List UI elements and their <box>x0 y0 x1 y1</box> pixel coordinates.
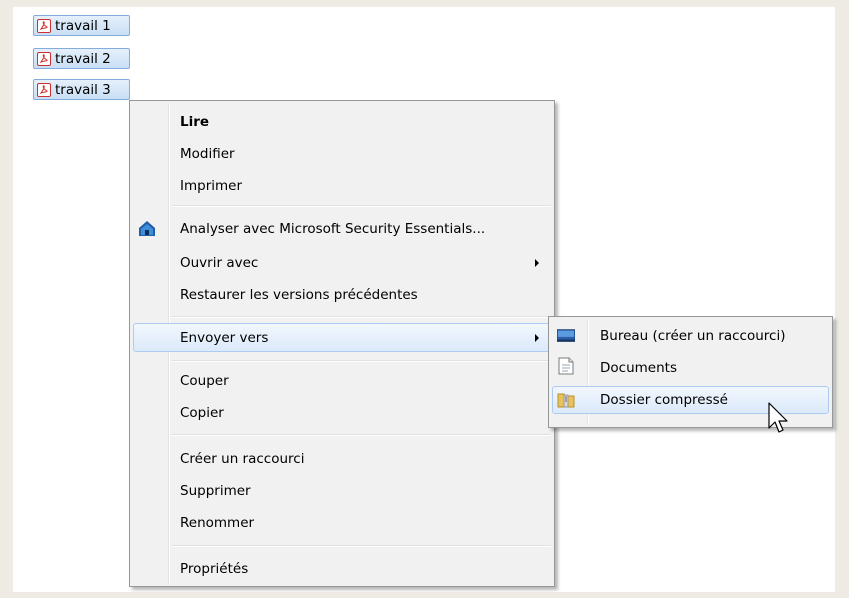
submenu-item-bureau[interactable]: Bureau (créer un raccourci) <box>552 323 829 349</box>
menu-item-label: Lire <box>180 114 210 130</box>
menu-separator <box>172 434 551 436</box>
file-label: travail 2 <box>55 50 111 67</box>
menu-item-label: Supprimer <box>180 483 251 499</box>
file-label: travail 3 <box>55 81 111 98</box>
context-menu: Lire Modifier Imprimer Analyser avec Mic… <box>129 100 555 587</box>
file-item-travail-1[interactable]: travail 1 <box>33 15 130 36</box>
menu-item-label: Renommer <box>180 515 255 531</box>
menu-item-analyser[interactable]: Analyser avec Microsoft Security Essenti… <box>133 216 551 242</box>
submenu-arrow-icon <box>535 259 539 267</box>
send-to-submenu: Bureau (créer un raccourci) Documents Do… <box>548 316 833 428</box>
submenu-item-label: Documents <box>600 360 677 376</box>
menu-item-creer-raccourci[interactable]: Créer un raccourci <box>133 446 551 472</box>
submenu-item-label: Bureau (créer un raccourci) <box>600 328 786 344</box>
file-item-travail-2[interactable]: travail 2 <box>33 48 130 69</box>
submenu-arrow-icon <box>535 334 539 342</box>
security-essentials-icon <box>138 219 156 237</box>
menu-item-envoyer-vers[interactable]: Envoyer vers <box>133 323 551 352</box>
mouse-pointer-icon <box>768 402 788 433</box>
menu-item-supprimer[interactable]: Supprimer <box>133 478 551 504</box>
zip-folder-icon <box>557 391 575 409</box>
menu-item-label: Propriétés <box>180 561 249 577</box>
submenu-item-documents[interactable]: Documents <box>552 355 829 381</box>
menu-item-restaurer[interactable]: Restaurer les versions précédentes <box>133 282 551 308</box>
menu-item-label: Envoyer vers <box>180 329 269 346</box>
menu-item-imprimer[interactable]: Imprimer <box>133 173 551 199</box>
menu-separator <box>172 360 551 362</box>
document-icon <box>557 357 575 375</box>
menu-item-label: Ouvrir avec <box>180 255 259 271</box>
menu-item-label: Restaurer les versions précédentes <box>180 287 418 303</box>
menu-item-label: Créer un raccourci <box>180 451 305 467</box>
menu-item-label: Copier <box>180 405 224 421</box>
pdf-file-icon <box>37 18 51 33</box>
menu-separator <box>172 205 551 207</box>
file-item-travail-3[interactable]: travail 3 <box>33 79 130 100</box>
menu-item-proprietes[interactable]: Propriétés <box>133 556 551 582</box>
pdf-file-icon <box>37 51 51 66</box>
menu-separator <box>172 316 551 318</box>
menu-item-label: Analyser avec Microsoft Security Essenti… <box>180 221 486 237</box>
menu-separator <box>172 545 551 547</box>
pdf-file-icon <box>37 82 51 97</box>
submenu-item-label: Dossier compressé <box>600 392 728 408</box>
menu-item-modifier[interactable]: Modifier <box>133 141 551 167</box>
menu-item-ouvrir-avec[interactable]: Ouvrir avec <box>133 250 551 276</box>
menu-item-couper[interactable]: Couper <box>133 368 551 394</box>
file-label: travail 1 <box>55 17 111 34</box>
desktop-icon <box>557 327 575 345</box>
menu-item-renommer[interactable]: Renommer <box>133 510 551 536</box>
menu-item-copier[interactable]: Copier <box>133 400 551 426</box>
menu-item-label: Couper <box>180 373 229 389</box>
menu-item-lire[interactable]: Lire <box>133 109 551 135</box>
menu-item-label: Imprimer <box>180 178 243 194</box>
menu-item-label: Modifier <box>180 146 235 162</box>
